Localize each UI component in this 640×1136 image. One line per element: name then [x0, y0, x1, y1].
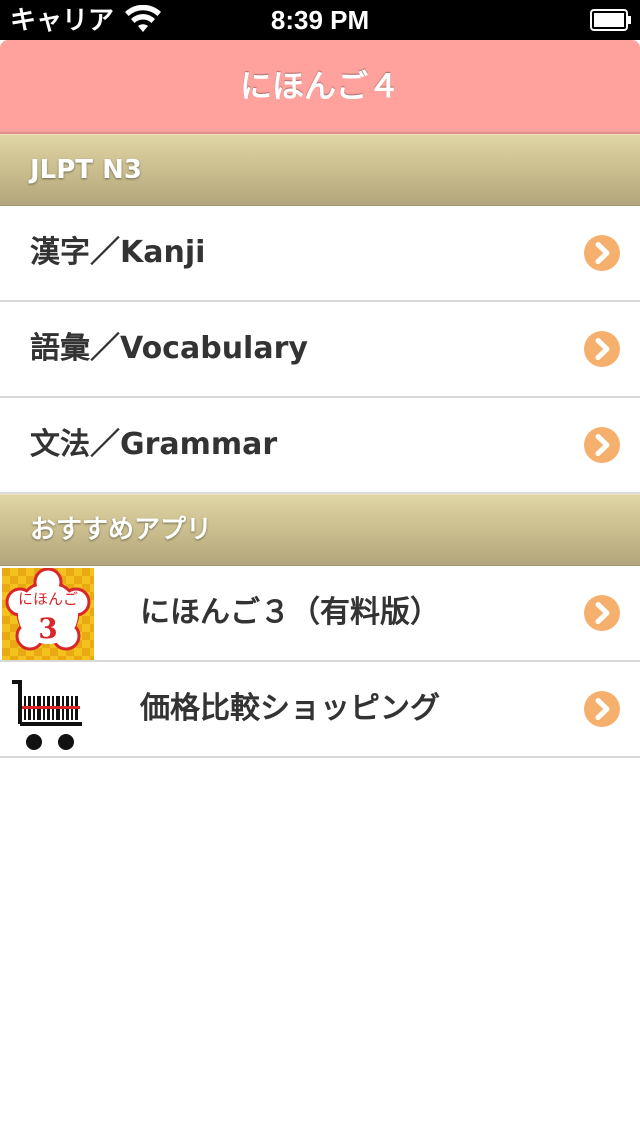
row-label: 漢字／Kanji [30, 235, 206, 270]
list-item-grammar[interactable]: 文法／Grammar [0, 398, 640, 494]
status-bar: キャリア 8:39 PM [0, 0, 640, 40]
section-header-jlpt-n3: JLPT N3 [0, 134, 640, 206]
chevron-right-icon [584, 331, 620, 367]
chevron-right-icon [584, 691, 620, 727]
chevron-right-icon [584, 427, 620, 463]
app-screen: キャリア 8:39 PM にほんご４ JLPT N3 漢字／Kanji 語彙／V… [0, 0, 640, 1136]
list-item-vocabulary[interactable]: 語彙／Vocabulary [0, 302, 640, 398]
app-icon-number: 3 [38, 612, 57, 645]
shopping-cart-barcode-icon [2, 664, 94, 756]
row-label: 価格比較ショッピング [140, 691, 440, 726]
status-time: 8:39 PM [270, 5, 370, 35]
list-item-nihongo-3[interactable]: にほんご 3 にほんご３（有料版） [0, 566, 640, 662]
row-label: 文法／Grammar [30, 427, 278, 462]
nav-bar: にほんご４ [0, 40, 640, 134]
row-label: にほんご３（有料版） [140, 595, 440, 630]
nav-title: にほんご４ [239, 67, 400, 105]
nihongo-3-app-icon: にほんご 3 [2, 568, 94, 660]
app-icon-text: にほんご [18, 590, 78, 608]
list-item-kanji[interactable]: 漢字／Kanji [0, 206, 640, 302]
section-title: JLPT N3 [30, 155, 142, 185]
chevron-right-icon [584, 595, 620, 631]
section-header-recommended-apps: おすすめアプリ [0, 494, 640, 566]
row-label: 語彙／Vocabulary [30, 331, 308, 366]
list-item-price-comparison[interactable]: 価格比較ショッピング [0, 662, 640, 758]
battery-icon [590, 9, 631, 31]
chevron-right-icon [584, 235, 620, 271]
section-title: おすすめアプリ [30, 515, 213, 545]
